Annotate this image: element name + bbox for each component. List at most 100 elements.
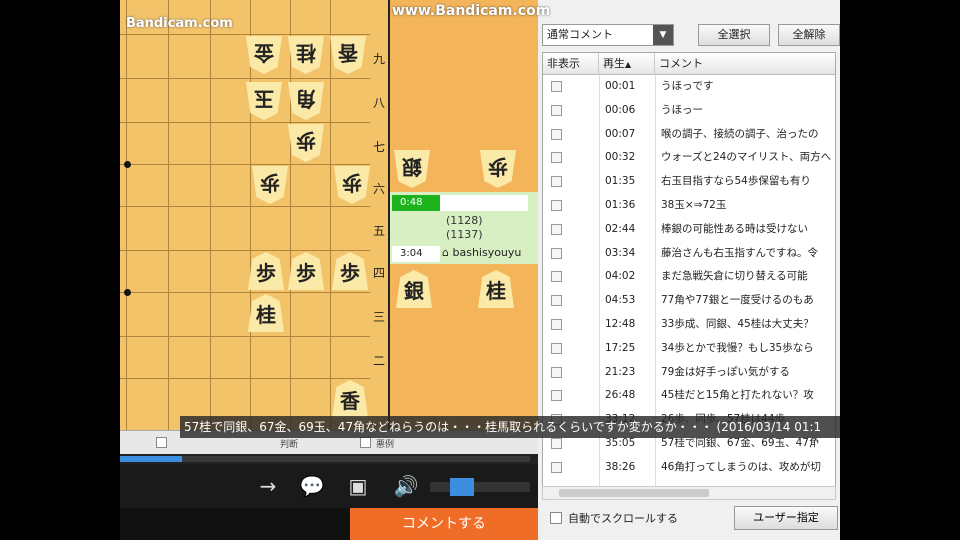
grid-line	[168, 0, 169, 430]
opponent-piece[interactable]: 歩	[252, 166, 288, 204]
comment-row[interactable]: 00:06 うほっー	[543, 99, 835, 123]
sort-ascending-icon: ▲	[625, 60, 632, 69]
bandicam-watermark: www.Bandicam.com	[392, 3, 551, 19]
post-comment-button[interactable]: コメントする	[350, 508, 538, 540]
piece-stand-panel: 銀 歩 0:48 (1128) (1137) 3:04 ⌂ bashisyouy…	[390, 0, 538, 430]
comment-row[interactable]: 04:02 まだ急戦矢倉に切り替える可能	[543, 265, 835, 289]
comment-row[interactable]: 12:48 33歩成、同銀、45桂は大丈夫？	[543, 313, 835, 337]
seek-track[interactable]	[120, 456, 530, 462]
chevron-down-icon[interactable]: ▼	[653, 25, 673, 45]
hide-comment-checkbox[interactable]	[551, 366, 562, 378]
option-checkbox[interactable]	[156, 437, 167, 448]
comment-panel: 通常コメント ▼ 全選択 全解除 非表示 再生▲ コメント 00:01 うほっです…	[538, 0, 840, 540]
comment-time: 21:23	[605, 365, 636, 378]
comment-time: 02:44	[605, 222, 636, 235]
grid-line	[120, 78, 370, 79]
hide-comment-checkbox[interactable]	[551, 319, 562, 330]
auto-scroll-checkbox[interactable]	[550, 512, 562, 524]
comment-time: 26:48	[605, 389, 636, 402]
grid-line	[120, 164, 370, 165]
hand-piece-opponent[interactable]: 銀	[394, 150, 430, 188]
hide-comment-checkbox[interactable]	[551, 152, 562, 164]
comment-text: 33歩成、同銀、45桂は大丈夫？	[661, 318, 814, 330]
hide-comment-checkbox[interactable]	[551, 104, 562, 116]
player-piece[interactable]: 歩	[248, 252, 284, 290]
comment-row[interactable]: 01:35 右玉目指すなら54歩保留も有り	[543, 170, 835, 194]
user-filter-button[interactable]: ユーザー指定	[734, 506, 838, 530]
hide-comment-checkbox[interactable]	[551, 271, 562, 283]
hide-comment-checkbox[interactable]	[551, 200, 562, 211]
hide-comment-checkbox[interactable]	[551, 128, 562, 140]
hide-comment-checkbox[interactable]	[551, 438, 562, 449]
rating-1: (1128)	[446, 214, 483, 227]
comment-row[interactable]: 38:26 46角打ってしまうのは、攻めが切	[543, 456, 835, 480]
column-comment[interactable]: コメント	[655, 53, 835, 75]
hide-comment-checkbox[interactable]	[551, 461, 562, 473]
player-piece[interactable]: 桂	[248, 294, 284, 332]
comment-text: まだ急戦矢倉に切り替える可能	[661, 270, 808, 283]
hand-piece-opponent[interactable]: 歩	[480, 150, 516, 188]
comment-row[interactable]: 21:23 79金は好手っぽい気がする	[543, 361, 835, 385]
select-all-button[interactable]: 全選択	[698, 24, 770, 46]
option-label: 悪例	[376, 440, 395, 450]
player-piece[interactable]: 歩	[288, 252, 324, 290]
hide-comment-checkbox[interactable]	[551, 295, 562, 307]
opponent-piece[interactable]: 玉	[246, 82, 282, 120]
volume-slider[interactable]	[430, 478, 530, 496]
player-piece[interactable]: 歩	[332, 252, 368, 290]
comment-row[interactable]: 02:44 棒銀の可能性ある時は受けない	[543, 218, 835, 242]
volume-icon[interactable]: 🔊	[390, 474, 422, 498]
hand-piece-player[interactable]: 銀	[396, 270, 432, 308]
comment-row[interactable]: 01:36 38玉×⇒72玉	[543, 194, 835, 218]
game-info: 0:48 (1128) (1137) 3:04 ⌂ bashisyouyu	[390, 192, 538, 264]
comment-text: 79金は好手っぽい気がする	[661, 365, 790, 378]
comment-text: 38玉×⇒72玉	[661, 199, 727, 211]
hide-comment-checkbox[interactable]	[551, 223, 562, 235]
comment-row[interactable]: 03:34 藤治さんも右玉指すんですね。令	[543, 242, 835, 266]
hide-comment-checkbox[interactable]	[551, 176, 562, 188]
comment-row[interactable]: 04:53 77角や77銀と一度受けるのもあ	[543, 289, 835, 313]
comment-row[interactable]: 00:32 ウォーズと24のマイリスト、両方へ	[543, 146, 835, 170]
column-hidden[interactable]: 非表示	[543, 53, 599, 75]
auto-scroll-label: 自動でスクロールする	[568, 512, 678, 525]
comment-row[interactable]: 26:48 45桂だと15角と打たれない？攻	[543, 384, 835, 408]
app-window: 香桂金玉角歩歩歩歩歩歩桂香 九 八 七 六 五 四 三 二 Bandicam.c…	[120, 0, 840, 540]
comment-text: 棒銀の可能性ある時は受けない	[661, 222, 808, 235]
opponent-piece[interactable]: 桂	[288, 36, 324, 74]
opponent-name: ⌂ bashisyouyu	[442, 246, 521, 259]
horizontal-scrollbar[interactable]	[542, 486, 836, 500]
comment-row[interactable]: 17:25 34歩とかで我慢？もし35歩なら	[543, 337, 835, 361]
volume-knob[interactable]	[450, 478, 474, 496]
opponent-piece[interactable]: 歩	[288, 124, 324, 162]
option-checkbox[interactable]	[360, 437, 371, 448]
opponent-piece[interactable]: 歩	[334, 166, 370, 204]
hide-comment-checkbox[interactable]	[551, 247, 562, 259]
grid-line	[120, 378, 370, 379]
comment-filter-select[interactable]: 通常コメント ▼	[542, 24, 674, 46]
shogi-board[interactable]: 香桂金玉角歩歩歩歩歩歩桂香 九 八 七 六 五 四 三 二 Bandicam.c…	[120, 0, 388, 430]
opponent-piece[interactable]: 香	[330, 36, 366, 74]
deselect-all-button[interactable]: 全解除	[778, 24, 840, 46]
opponent-piece[interactable]: 角	[288, 82, 324, 120]
comment-toggle-icon[interactable]: 💬	[296, 474, 328, 498]
opponent-name-text: bashisyouyu	[452, 246, 522, 259]
rank-label: 九	[372, 52, 385, 66]
opponent-piece[interactable]: 金	[246, 36, 282, 74]
skip-forward-icon[interactable]: →	[252, 474, 284, 498]
column-playback[interactable]: 再生▲	[599, 53, 655, 75]
hide-comment-checkbox[interactable]	[551, 81, 562, 92]
scrollbar-thumb[interactable]	[559, 489, 709, 497]
comment-time: 38:26	[605, 460, 636, 473]
hand-piece-player[interactable]: 桂	[478, 270, 514, 308]
hide-comment-checkbox[interactable]	[551, 390, 562, 402]
player-piece[interactable]: 香	[332, 380, 368, 418]
user-icon: ⌂	[442, 246, 449, 259]
hide-comment-checkbox[interactable]	[551, 342, 562, 354]
screen-mode-icon[interactable]: ▣	[342, 474, 374, 498]
comment-time: 03:34	[605, 246, 636, 259]
comment-row[interactable]: 00:07 喉の調子、接続の調子、治ったの	[543, 123, 835, 147]
comment-row[interactable]: 00:01 うほっです	[543, 75, 835, 99]
comment-text: 46角打ってしまうのは、攻めが切	[661, 460, 821, 473]
comment-time: 00:32	[605, 151, 636, 164]
seek-bar[interactable]	[120, 454, 538, 464]
